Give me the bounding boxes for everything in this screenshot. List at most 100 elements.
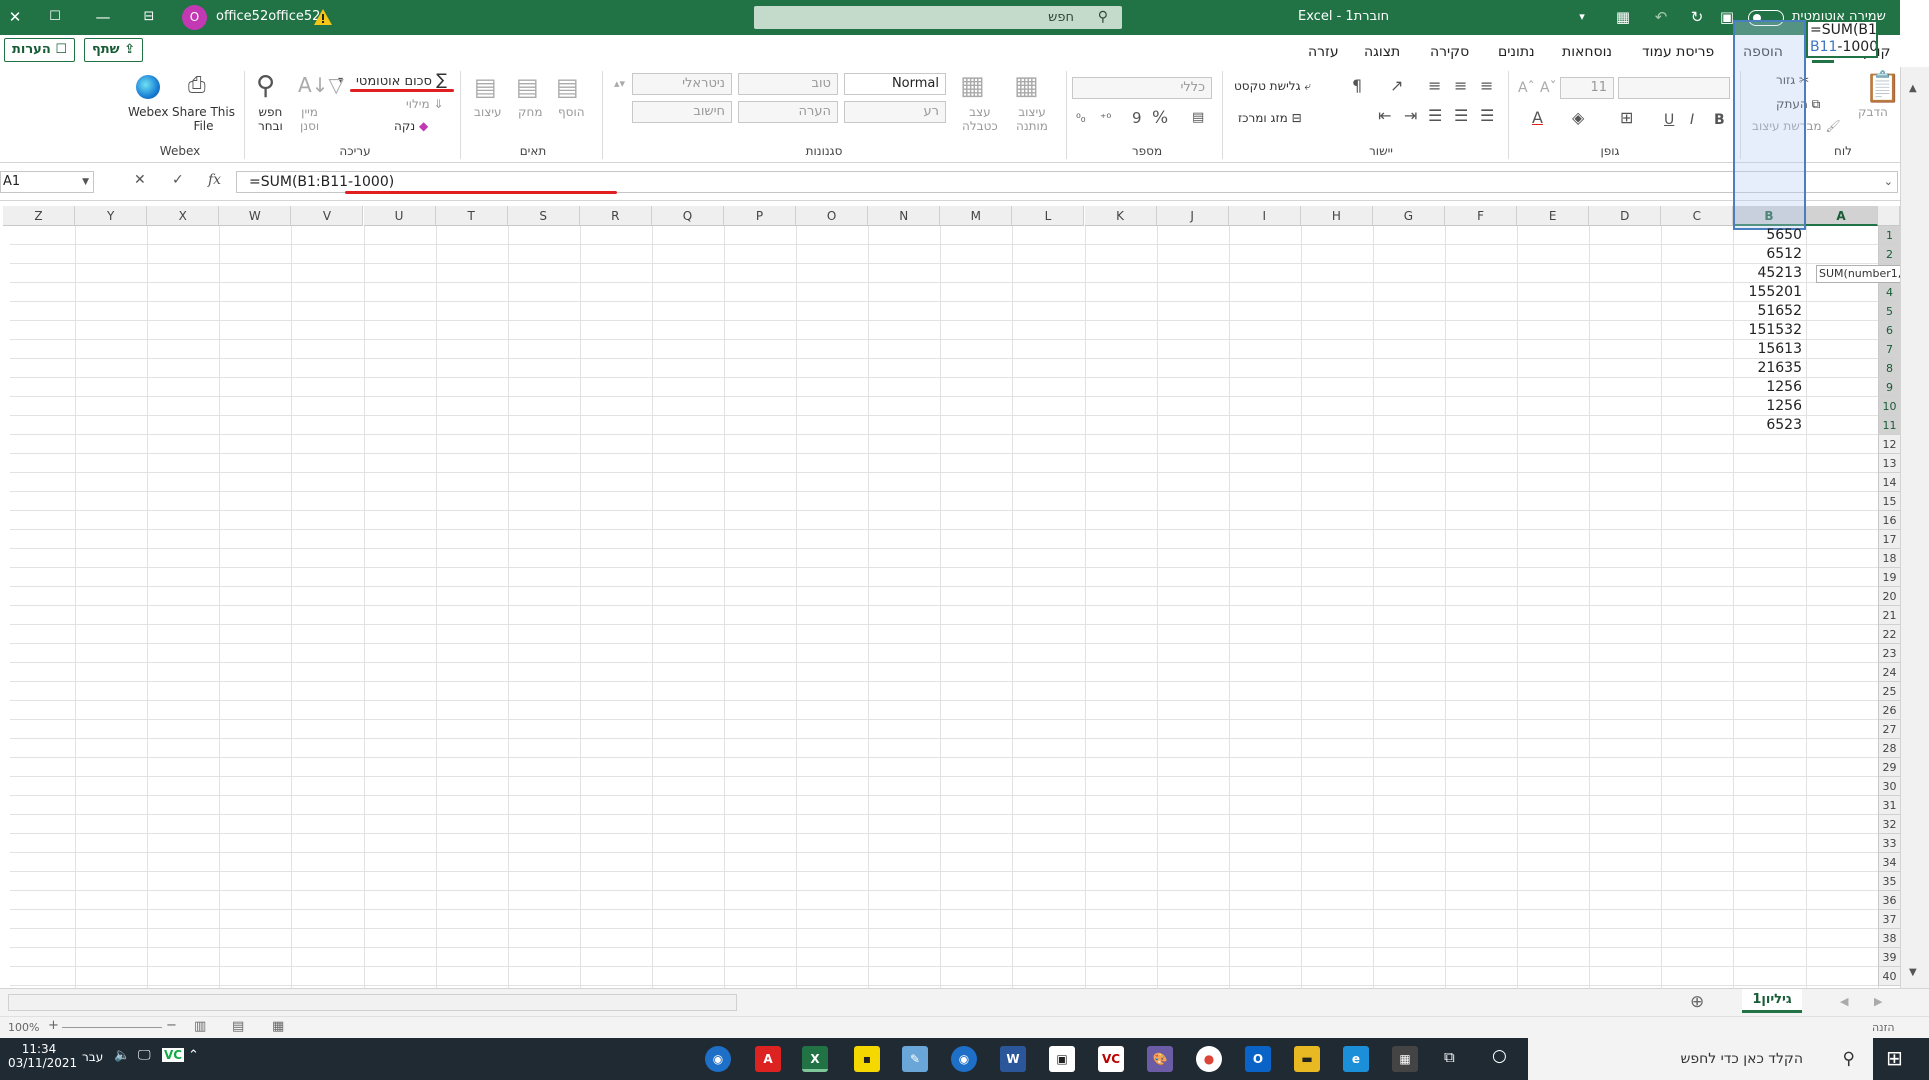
- enter-check-icon[interactable]: ✓: [172, 172, 184, 188]
- column-header-l[interactable]: L: [1012, 206, 1085, 226]
- align-middle-icon[interactable]: ≡: [1454, 77, 1467, 95]
- taskbar-explorer-icon[interactable]: ▬: [1294, 1046, 1320, 1072]
- column-header-n[interactable]: N: [868, 206, 941, 226]
- row-header-17[interactable]: 17: [1878, 530, 1900, 549]
- share-file-label[interactable]: Share This File: [172, 105, 235, 133]
- cell-b2[interactable]: 6512: [1734, 245, 1805, 264]
- column-header-v[interactable]: V: [291, 206, 364, 226]
- borders-icon[interactable]: ⊞: [1620, 109, 1633, 127]
- row-header-25[interactable]: 25: [1878, 682, 1900, 701]
- format-cells-icon[interactable]: ▤: [474, 73, 497, 101]
- task-view-icon[interactable]: ⧉: [1444, 1048, 1455, 1066]
- cell-b7[interactable]: 15613: [1734, 340, 1805, 359]
- tray-expand-icon[interactable]: ⌃: [188, 1048, 199, 1063]
- row-header-40[interactable]: 40: [1878, 967, 1900, 986]
- row-header-33[interactable]: 33: [1878, 834, 1900, 853]
- scroll-down-icon[interactable]: ▼: [1909, 967, 1917, 978]
- taskbar-word-icon[interactable]: W: [1000, 1046, 1026, 1072]
- style-normal[interactable]: Normal: [844, 73, 946, 95]
- sheet-nav-prev-icon[interactable]: ◀: [1840, 995, 1848, 1008]
- format-cells-label[interactable]: עיצוב: [474, 105, 502, 119]
- row-header-5[interactable]: 5: [1878, 302, 1900, 321]
- zoom-slider[interactable]: [62, 1027, 162, 1028]
- row-header-35[interactable]: 35: [1878, 872, 1900, 891]
- close-icon[interactable]: ✕: [4, 6, 26, 28]
- fill-button[interactable]: מילוי ⇓: [406, 97, 444, 111]
- taskbar-acrobat-icon[interactable]: A: [755, 1046, 781, 1072]
- column-header-y[interactable]: Y: [75, 206, 148, 226]
- column-header-p[interactable]: P: [724, 206, 797, 226]
- tray-vc-icon[interactable]: VC: [162, 1048, 185, 1062]
- row-header-12[interactable]: 12: [1878, 435, 1900, 454]
- column-header-r[interactable]: R: [579, 206, 652, 226]
- column-header-c[interactable]: C: [1661, 206, 1734, 226]
- cortana-icon[interactable]: ○: [1492, 1046, 1507, 1066]
- comma-icon[interactable]: 9: [1132, 109, 1142, 127]
- clock[interactable]: 11:34 03/11/2021: [8, 1042, 77, 1070]
- taskbar-app-icon[interactable]: ▣: [1049, 1046, 1075, 1072]
- tab-data[interactable]: נתונים: [1498, 41, 1535, 63]
- fill-color-icon[interactable]: ◈: [1572, 109, 1584, 127]
- column-header-h[interactable]: H: [1300, 206, 1373, 226]
- chevron-down-icon[interactable]: ▼: [82, 172, 89, 192]
- row-header-38[interactable]: 38: [1878, 929, 1900, 948]
- redo-icon[interactable]: ↻: [1686, 6, 1708, 28]
- row-header-30[interactable]: 30: [1878, 777, 1900, 796]
- clear-button[interactable]: נקה ◆: [394, 119, 428, 133]
- row-header-10[interactable]: 10: [1878, 397, 1900, 416]
- sort-filter-icon[interactable]: A↓▽: [298, 73, 344, 97]
- column-header-f[interactable]: F: [1445, 206, 1518, 226]
- row-header-6[interactable]: 6: [1878, 321, 1900, 340]
- tab-help[interactable]: עזרה: [1308, 41, 1339, 63]
- cell-b9[interactable]: 1256: [1734, 378, 1805, 397]
- column-header-o[interactable]: O: [796, 206, 869, 226]
- webex-icon[interactable]: [136, 75, 160, 99]
- cell-b11[interactable]: 6523: [1734, 416, 1805, 435]
- italic-button[interactable]: I: [1690, 111, 1694, 129]
- style-bad[interactable]: רע: [844, 101, 946, 123]
- row-header-16[interactable]: 16: [1878, 511, 1900, 530]
- taskbar-vc-icon[interactable]: VC: [1098, 1046, 1124, 1072]
- warning-icon[interactable]: [313, 7, 333, 27]
- orientation-icon[interactable]: ↗: [1390, 77, 1403, 95]
- row-header-11[interactable]: 11: [1878, 416, 1900, 435]
- ribbon-display-icon[interactable]: ⊟: [138, 6, 160, 28]
- column-header-z[interactable]: Z: [3, 206, 76, 226]
- column-header-s[interactable]: S: [507, 206, 580, 226]
- insert-cells-label[interactable]: הוסף: [558, 105, 585, 119]
- volume-icon[interactable]: 🔈: [114, 1048, 130, 1063]
- row-header-34[interactable]: 34: [1878, 853, 1900, 872]
- column-header-d[interactable]: D: [1589, 206, 1662, 226]
- language-indicator[interactable]: עבר: [82, 1050, 103, 1064]
- row-header-39[interactable]: 39: [1878, 948, 1900, 967]
- touch-mode-icon[interactable]: ▦: [1612, 6, 1634, 28]
- row-header-15[interactable]: 15: [1878, 492, 1900, 511]
- column-header-m[interactable]: M: [940, 206, 1013, 226]
- paste-label[interactable]: הדבק: [1858, 105, 1888, 119]
- expand-formula-icon[interactable]: ⌄: [1884, 172, 1893, 192]
- autosum-button[interactable]: סכום אוטומטי ∑: [356, 72, 447, 89]
- name-box[interactable]: A1 ▼: [0, 171, 94, 193]
- select-all-corner[interactable]: [1878, 206, 1900, 226]
- column-header-a[interactable]: A: [1805, 206, 1878, 226]
- cell-b6[interactable]: 151532: [1734, 321, 1805, 340]
- cell-b4[interactable]: 155201: [1734, 283, 1805, 302]
- style-good[interactable]: טוב: [738, 73, 838, 95]
- row-header-26[interactable]: 26: [1878, 701, 1900, 720]
- minimize-icon[interactable]: —: [92, 6, 114, 28]
- column-header-k[interactable]: K: [1084, 206, 1157, 226]
- row-header-24[interactable]: 24: [1878, 663, 1900, 682]
- row-header-19[interactable]: 19: [1878, 568, 1900, 587]
- account-name[interactable]: office52office52: [216, 9, 320, 24]
- accounting-icon[interactable]: ▤: [1192, 109, 1204, 127]
- row-header-29[interactable]: 29: [1878, 758, 1900, 777]
- outdent-icon[interactable]: ⇤: [1378, 107, 1391, 125]
- increase-font-icon[interactable]: Aˆ: [1518, 79, 1535, 97]
- tab-page-layout[interactable]: פריסת עמוד: [1642, 41, 1714, 63]
- row-header-22[interactable]: 22: [1878, 625, 1900, 644]
- vertical-scrollbar[interactable]: ▲ ▼: [1900, 67, 1929, 988]
- cancel-icon[interactable]: ✕: [134, 172, 146, 188]
- indent-icon[interactable]: ⇥: [1404, 107, 1417, 125]
- number-format-select[interactable]: כללי: [1072, 77, 1212, 99]
- row-header-31[interactable]: 31: [1878, 796, 1900, 815]
